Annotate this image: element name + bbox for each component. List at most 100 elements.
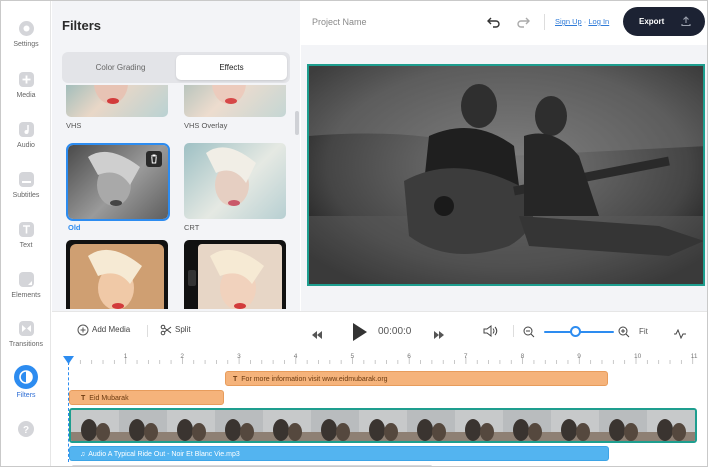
tab-color-grading[interactable]: Color Grading (65, 55, 176, 80)
undo-icon[interactable] (484, 13, 502, 31)
text-clip[interactable]: T Eid Mubarak (69, 390, 224, 405)
play-icon[interactable] (352, 322, 368, 347)
plus-icon (18, 72, 34, 87)
text-icon (18, 222, 34, 237)
fit-button[interactable]: Fit (639, 327, 648, 336)
filmstrip-frame (263, 410, 311, 441)
sidebar-item-elements[interactable]: Elements (1, 272, 51, 318)
sidebar-item-subtitles[interactable]: Subtitles (1, 172, 51, 218)
ruler-label: 1 (123, 353, 128, 360)
waveform-icon[interactable] (674, 326, 686, 344)
sidebar-item-label: Subtitles (12, 192, 40, 199)
rewind-icon[interactable] (312, 327, 322, 345)
filmstrip-frame (647, 410, 695, 441)
filmstrip-frame (503, 410, 551, 441)
filter-grid: VHS VHS Overlay Old CRT (62, 85, 294, 309)
ruler-label: 11 (690, 353, 698, 360)
ruler-label: 7 (463, 353, 468, 360)
filmstrip-frame (455, 410, 503, 441)
sidebar-item-settings[interactable]: Settings (1, 21, 51, 67)
filter-thumbnail (184, 85, 286, 117)
filter-label: VHS Overlay (184, 121, 228, 130)
filter-label: VHS (66, 121, 82, 130)
ruler-label: 6 (407, 353, 411, 360)
split-button[interactable]: Split (160, 324, 191, 336)
sidebar-item-audio[interactable]: Audio (1, 122, 51, 168)
sidebar-item-label: Settings (13, 41, 39, 48)
tab-effects[interactable]: Effects (176, 55, 287, 80)
filter-thumbnail (184, 240, 286, 309)
gear-icon (18, 21, 34, 36)
sidebar-item-label: Transitions (9, 341, 43, 348)
ruler-label: 3 (237, 353, 241, 360)
text-icon: T (81, 395, 86, 402)
ruler-label: 8 (520, 353, 525, 360)
redo-icon[interactable] (515, 13, 533, 31)
subtitles-icon (18, 172, 34, 187)
filter-item-vhs[interactable]: VHS (66, 85, 168, 130)
export-label: Export (639, 17, 665, 26)
sidebar-item-filters[interactable]: Filters (1, 365, 51, 411)
help-icon: ? (18, 421, 34, 437)
project-name[interactable]: Project Name (312, 17, 367, 27)
text-icon: T (233, 376, 238, 383)
video-filmstrip (71, 410, 695, 441)
sidebar-item-help[interactable]: ? (1, 421, 51, 466)
ruler-label: 10 (634, 353, 642, 360)
filmstrip-frame (407, 410, 455, 441)
panel-scrollbar[interactable] (295, 111, 299, 135)
sidebar-item-label: Text (19, 242, 33, 249)
video-clip[interactable] (69, 408, 697, 443)
filter-thumbnail (66, 85, 168, 117)
filter-thumbnail (66, 240, 168, 309)
sidebar-item-text[interactable]: Text (1, 222, 51, 268)
sidebar-item-label: Elements (11, 292, 41, 299)
left-sidebar: Settings Media Audio Subtitles Text Elem… (1, 1, 51, 466)
fast-forward-icon[interactable] (434, 327, 444, 345)
zoom-in-icon[interactable] (618, 325, 630, 343)
filmstrip-frame (311, 410, 359, 441)
panel-title: Filters (62, 18, 102, 33)
app-window: Settings Media Audio Subtitles Text Elem… (0, 0, 708, 467)
filmstrip-frame (119, 410, 167, 441)
add-media-label: Add Media (92, 325, 131, 335)
filmstrip-frame (551, 410, 599, 441)
auth-separator: · (583, 17, 587, 26)
upload-icon (680, 15, 692, 29)
divider (544, 14, 545, 30)
filter-category-tabs: Color Grading Effects (62, 52, 290, 83)
zoom-out-icon[interactable] (523, 325, 535, 343)
clip-label: For more information visit www.eidmubara… (241, 376, 388, 383)
filter-item-old[interactable]: Old (66, 143, 170, 232)
audio-clip[interactable]: ♫ Audio A Typical Ride Out - Noir Et Blan… (69, 446, 609, 461)
filter-thumbnail (184, 143, 286, 219)
filmstrip-frame (599, 410, 647, 441)
text-clip[interactable]: T For more information visit www.eidmubar… (225, 371, 608, 386)
sidebar-item-transitions[interactable]: Transitions (1, 321, 51, 367)
ruler-label: 4 (293, 353, 298, 360)
ruler-label: 2 (180, 353, 185, 360)
add-media-button[interactable]: Add Media (77, 324, 130, 336)
sign-up-link[interactable]: Sign Up (555, 17, 582, 26)
auth-links: Sign Up · Log In (555, 17, 609, 26)
ruler-label: 9 (577, 353, 581, 360)
filmstrip-frame (359, 410, 407, 441)
top-bar: Project Name Sign Up · Log In Export (301, 1, 707, 45)
sidebar-item-label: Filters (16, 392, 36, 399)
sidebar-item-media[interactable]: Media (1, 72, 51, 118)
filter-item-crt[interactable]: CRT (184, 143, 286, 232)
export-button[interactable]: Export (623, 7, 705, 36)
delete-icon[interactable] (146, 151, 162, 167)
sidebar-item-label: Audio (17, 142, 35, 149)
music-note-icon: ♫ (80, 451, 86, 458)
clip-label: Eid Mubarak (89, 395, 129, 402)
filter-item-vhs-overlay[interactable]: VHS Overlay (184, 85, 286, 130)
volume-icon[interactable] (483, 324, 498, 343)
ruler-label: 5 (350, 353, 355, 360)
log-in-link[interactable]: Log In (588, 17, 609, 26)
video-preview[interactable] (307, 64, 705, 286)
zoom-slider-handle[interactable] (570, 326, 581, 337)
time-ruler[interactable]: 1 2 3 4 5 6 7 8 9 10 11 (68, 352, 699, 366)
filter-item-5[interactable] (66, 240, 168, 309)
filter-item-6[interactable] (184, 240, 286, 309)
